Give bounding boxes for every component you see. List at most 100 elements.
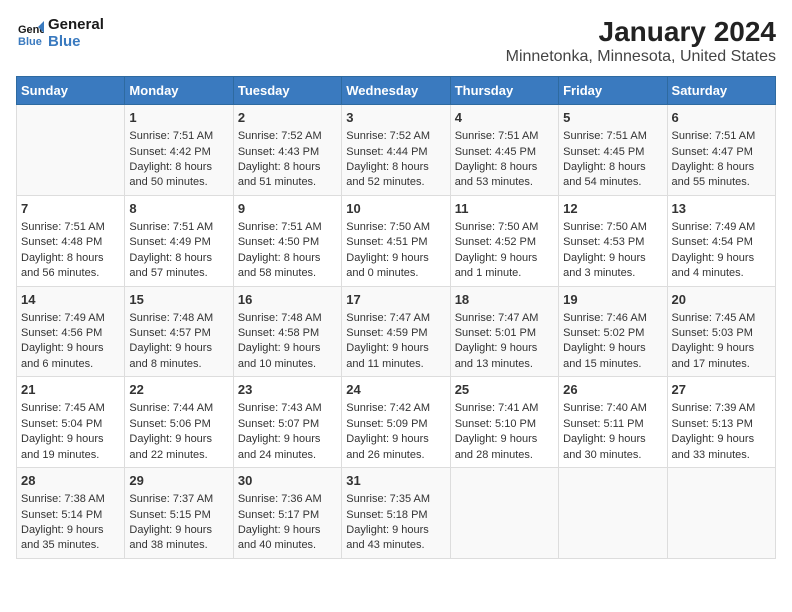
cell-content-line: Sunset: 4:54 PM [672,235,771,250]
day-number: 1 [129,109,228,127]
day-number: 21 [21,381,120,399]
day-number: 22 [129,381,228,399]
calendar-week-row: 21Sunrise: 7:45 AMSunset: 5:04 PMDayligh… [17,377,776,468]
cell-content-line: Daylight: 9 hours [346,341,445,356]
cell-content-line: Sunrise: 7:52 AM [238,129,337,144]
cell-content-line: Sunrise: 7:40 AM [563,401,662,416]
calendar-cell [17,105,125,196]
cell-content-line: Sunrise: 7:48 AM [129,311,228,326]
logo-text-blue: Blue [48,33,104,50]
cell-content-line: Daylight: 9 hours [563,341,662,356]
calendar-cell [450,468,558,559]
cell-content-line: Sunrise: 7:50 AM [455,220,554,235]
day-number: 17 [346,291,445,309]
calendar-cell: 19 Sunrise: 7:46 AMSunset: 5:02 PMDayligh… [559,286,667,377]
calendar-cell: 20Sunrise: 7:45 AMSunset: 5:03 PMDayligh… [667,286,775,377]
cell-content-line: Sunset: 4:59 PM [346,326,445,341]
calendar-cell: 10Sunrise: 7:50 AMSunset: 4:51 PMDayligh… [342,195,450,286]
calendar-week-row: 14Sunrise: 7:49 AMSunset: 4:56 PMDayligh… [17,286,776,377]
calendar-cell: 23Sunrise: 7:43 AMSunset: 5:07 PMDayligh… [233,377,341,468]
cell-content-line: Daylight: 9 hours [346,523,445,538]
cell-content-line: and 26 minutes. [346,448,445,463]
cell-content-line: Sunset: 5:11 PM [563,417,662,432]
calendar-cell: 15Sunrise: 7:48 AMSunset: 4:57 PMDayligh… [125,286,233,377]
cell-content-line: Sunrise: 7:37 AM [129,492,228,507]
cell-content-line: Sunrise: 7:47 AM [346,311,445,326]
cell-content-line: Daylight: 8 hours [21,251,120,266]
cell-content-line: and 28 minutes. [455,448,554,463]
calendar-cell: 6Sunrise: 7:51 AMSunset: 4:47 PMDaylight… [667,105,775,196]
cell-content-line: Sunset: 4:43 PM [238,145,337,160]
cell-content-line: Sunset: 5:15 PM [129,508,228,523]
calendar-cell: 14Sunrise: 7:49 AMSunset: 4:56 PMDayligh… [17,286,125,377]
logo: General Blue General Blue [16,16,104,50]
cell-content-line: and 53 minutes. [455,175,554,190]
cell-content-line: Sunset: 5:07 PM [238,417,337,432]
cell-content-line: Daylight: 9 hours [563,251,662,266]
cell-content-line: Sunrise: 7:51 AM [238,220,337,235]
cell-content-line: Sunset: 4:48 PM [21,235,120,250]
day-number: 27 [672,381,771,399]
day-number: 15 [129,291,228,309]
cell-content-line: Daylight: 9 hours [455,251,554,266]
cell-content-line: Sunset: 4:56 PM [21,326,120,341]
calendar-cell: 11Sunrise: 7:50 AMSunset: 4:52 PMDayligh… [450,195,558,286]
day-number: 19 [563,291,662,309]
cell-content-line: Sunset: 5:01 PM [455,326,554,341]
day-number: 7 [21,200,120,218]
cell-content-line: and 22 minutes. [129,448,228,463]
header-monday: Monday [125,77,233,105]
cell-content-line: Daylight: 9 hours [21,432,120,447]
cell-content-line: Sunrise: 7:46 AM [563,311,662,326]
calendar-cell: 31Sunrise: 7:35 AMSunset: 5:18 PMDayligh… [342,468,450,559]
day-number: 12 [563,200,662,218]
calendar-week-row: 7Sunrise: 7:51 AMSunset: 4:48 PMDaylight… [17,195,776,286]
cell-content-line: and 43 minutes. [346,538,445,553]
cell-content-line: Sunrise: 7:51 AM [129,220,228,235]
calendar-cell: 3Sunrise: 7:52 AMSunset: 4:44 PMDaylight… [342,105,450,196]
cell-content-line: Sunset: 5:03 PM [672,326,771,341]
cell-content-line: and 35 minutes. [21,538,120,553]
cell-content-line: Daylight: 9 hours [129,341,228,356]
cell-content-line: Sunset: 4:58 PM [238,326,337,341]
cell-content-line: Daylight: 9 hours [129,523,228,538]
day-number: 24 [346,381,445,399]
cell-content-line: Daylight: 8 hours [455,160,554,175]
cell-content-line: Sunrise: 7:48 AM [238,311,337,326]
cell-content-line: Sunset: 5:02 PM [563,326,662,341]
cell-content-line: and 30 minutes. [563,448,662,463]
calendar-cell: 4Sunrise: 7:51 AMSunset: 4:45 PMDaylight… [450,105,558,196]
cell-content-line: and 40 minutes. [238,538,337,553]
day-number: 3 [346,109,445,127]
day-number: 26 [563,381,662,399]
cell-content-line: and 17 minutes. [672,357,771,372]
day-number: 28 [21,472,120,490]
calendar-cell: 9Sunrise: 7:51 AMSunset: 4:50 PMDaylight… [233,195,341,286]
calendar-cell: 8Sunrise: 7:51 AMSunset: 4:49 PMDaylight… [125,195,233,286]
cell-content-line: Daylight: 8 hours [129,251,228,266]
cell-content-line: Daylight: 9 hours [563,432,662,447]
cell-content-line: and 19 minutes. [21,448,120,463]
cell-content-line: and 0 minutes. [346,266,445,281]
cell-content-line: Sunrise: 7:50 AM [346,220,445,235]
cell-content-line: Daylight: 9 hours [129,432,228,447]
cell-content-line: Sunrise: 7:52 AM [346,129,445,144]
cell-content-line: Sunset: 5:06 PM [129,417,228,432]
cell-content-line: Sunrise: 7:51 AM [455,129,554,144]
cell-content-line: and 33 minutes. [672,448,771,463]
cell-content-line: Daylight: 8 hours [129,160,228,175]
logo-icon: General Blue [16,19,44,47]
cell-content-line: Sunset: 4:50 PM [238,235,337,250]
calendar-cell: 28Sunrise: 7:38 AMSunset: 5:14 PMDayligh… [17,468,125,559]
cell-content-line: and 1 minute. [455,266,554,281]
cell-content-line: Daylight: 8 hours [238,160,337,175]
cell-content-line: and 52 minutes. [346,175,445,190]
day-number: 5 [563,109,662,127]
cell-content-line: and 58 minutes. [238,266,337,281]
day-number: 4 [455,109,554,127]
calendar-cell: 12Sunrise: 7:50 AMSunset: 4:53 PMDayligh… [559,195,667,286]
calendar-cell: 1Sunrise: 7:51 AMSunset: 4:42 PMDaylight… [125,105,233,196]
day-number: 18 [455,291,554,309]
cell-content-line: Sunrise: 7:44 AM [129,401,228,416]
day-number: 20 [672,291,771,309]
